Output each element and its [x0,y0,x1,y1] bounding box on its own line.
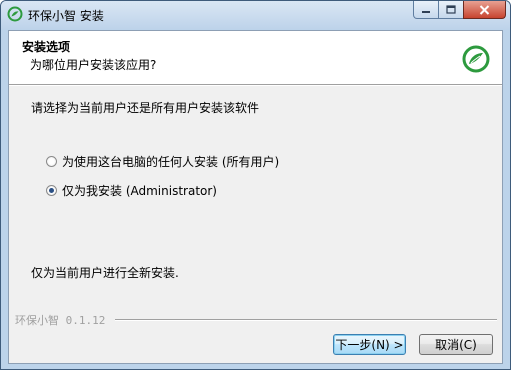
radio-all-users[interactable] [46,156,57,167]
window-title: 环保小智 安装 [28,9,104,23]
option-description: 仅为当前用户进行全新安装. [31,266,179,280]
cancel-button[interactable]: 取消(C) [419,334,493,355]
maximize-button[interactable] [438,1,464,19]
close-icon [479,4,490,15]
option-current-user[interactable]: 仅为我安装 (Administrator) [46,182,217,199]
minimize-icon [422,10,430,13]
install-prompt: 请选择为当前用户还是所有用户安装该软件 [31,101,260,115]
option-all-users[interactable]: 为使用这台电脑的任何人安装 (所有用户) [46,153,279,170]
option-current-user-label: 仅为我安装 (Administrator) [62,184,217,198]
maximize-icon [446,5,456,14]
brand-divider [115,319,497,321]
brand-version: 环保小智 0.1.12 [15,312,110,328]
installer-window: 环保小智 安装 安装选项 为哪位用户安装该应用? 请选择为当前用户还是所有用户安… [0,0,511,370]
page-subtitle: 为哪位用户安装该应用? [30,58,157,72]
title-bar[interactable]: 环保小智 安装 [1,1,510,29]
option-all-users-label: 为使用这台电脑的任何人安装 (所有用户) [62,155,280,169]
header-banner: 安装选项 为哪位用户安装该应用? [9,31,502,85]
dialog-content: 安装选项 为哪位用户安装该应用? 请选择为当前用户还是所有用户安装该软件 为使用… [8,30,503,364]
close-button[interactable] [463,1,506,19]
header-divider [9,85,502,86]
brand-row: 环保小智 0.1.12 [15,312,497,328]
minimize-button[interactable] [413,1,439,19]
next-button[interactable]: 下一步(N) > [333,334,406,355]
radio-current-user[interactable] [46,185,57,196]
app-logo-icon [7,6,23,22]
window-controls [413,1,506,20]
page-title: 安装选项 [22,40,71,54]
leaf-logo-icon [462,45,490,73]
